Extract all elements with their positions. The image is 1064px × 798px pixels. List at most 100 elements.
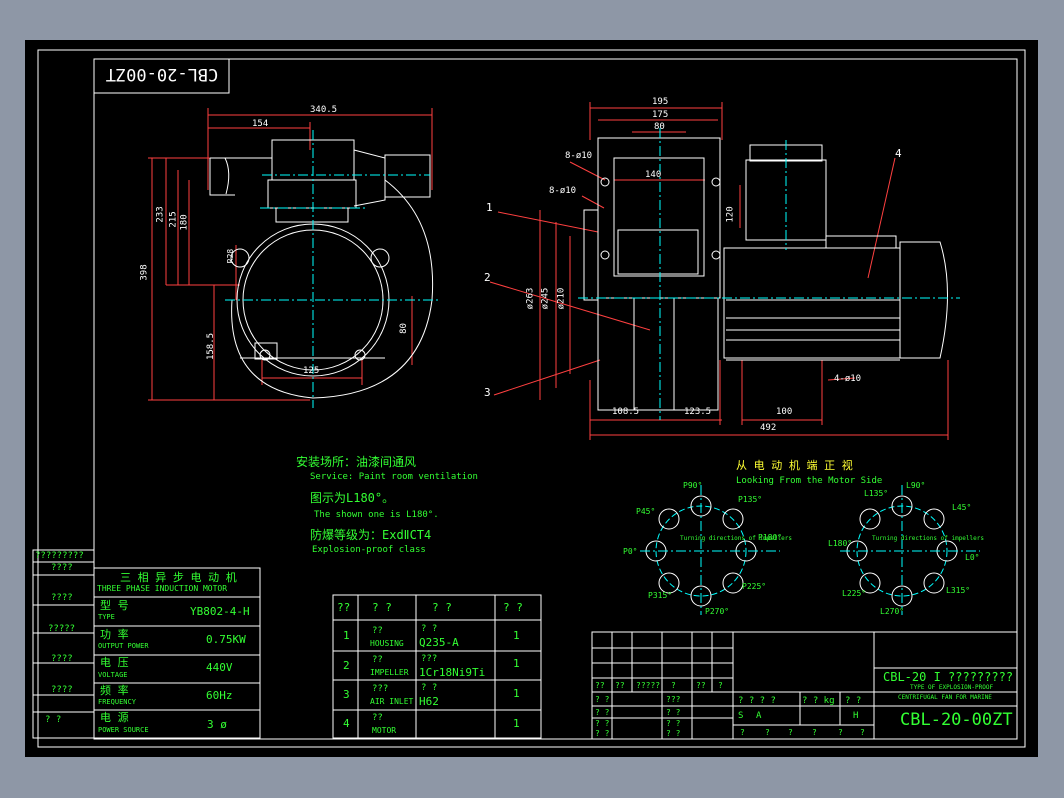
dim-label: ø263	[525, 287, 536, 310]
sign-label: ? ?	[595, 708, 610, 717]
side-label: ?????	[48, 624, 76, 634]
dim-label: 154	[252, 119, 269, 129]
rosette-note: Turning directions of impellers	[680, 535, 792, 542]
dim-label: 8-ø10	[565, 151, 593, 161]
rev-header: ?????	[636, 681, 661, 690]
parts-header: ? ?	[372, 601, 392, 614]
parts-name-q: ??	[372, 655, 383, 665]
parts-material: 1Cr18Ni9Ti	[419, 666, 486, 679]
motor-voltage-value: 440V	[206, 661, 233, 674]
stage-cell: A	[756, 711, 762, 721]
stage-cell: H	[853, 711, 859, 721]
dim-label: 340.5	[310, 105, 338, 115]
rosette-label: P225°	[742, 582, 767, 591]
parts-material: H62	[419, 695, 439, 708]
note-shown-en: The shown one is L180°.	[314, 510, 439, 520]
callout-4: 4	[895, 147, 902, 160]
note-protect-en: Explosion-proof class	[312, 545, 426, 555]
rosette-label: L135°	[864, 489, 889, 498]
rosette-label: L270°	[880, 607, 905, 616]
side-label: ????	[51, 654, 73, 664]
sheet-cell: ?	[812, 728, 817, 737]
sign-label: ???	[666, 695, 681, 704]
parts-header: ??	[337, 601, 351, 614]
dim-label: 120	[725, 206, 736, 223]
dim-label: 108.5	[612, 407, 640, 417]
side-label: ????	[51, 593, 73, 603]
mirrored-drawing-number: CBL-20-00ZT	[105, 64, 219, 84]
dim-label: 492	[760, 423, 777, 433]
drawing-sheet	[25, 40, 1038, 757]
dim-label: 195	[652, 97, 669, 107]
rosette-label: P0°	[623, 547, 638, 556]
parts-material: Q235-A	[419, 636, 459, 649]
sign-label: ? ?	[595, 695, 610, 704]
sheet-cell: ?	[838, 728, 843, 737]
dim-label: 175	[652, 110, 669, 120]
dim-label: 140	[645, 170, 662, 180]
mass-header: ? ?	[845, 696, 862, 706]
rosette-label: P270°	[705, 607, 730, 616]
motor-type-value: YB802-4-H	[190, 605, 250, 618]
rosette-label: P90°	[683, 481, 703, 490]
note-install-cn: 安装场所：油漆间通风	[296, 455, 417, 469]
dim-label: 8-ø10	[549, 186, 577, 196]
rosette-label: P45°	[636, 507, 656, 516]
parts-name-q: ??	[372, 626, 383, 636]
sheet-cell: ?	[740, 728, 745, 737]
rev-header: ??	[615, 681, 625, 690]
note-shown-cn: 图示为L180°。	[310, 491, 395, 505]
motor-row-label: 功 率	[100, 628, 129, 641]
rev-header: ?	[718, 681, 723, 690]
side-label: ????	[51, 563, 73, 573]
sheet-cell: ?	[765, 728, 770, 737]
parts-no: 4	[343, 717, 350, 730]
parts-header: ? ?	[503, 601, 523, 614]
title-en-line1: TYPE OF EXPLOSION-PROOF	[910, 684, 994, 691]
parts-name: IMPELLER	[370, 668, 409, 677]
side-label: ?????????	[35, 551, 84, 561]
view-title-en: Looking From the Motor Side	[736, 476, 883, 486]
motor-row-label-en: POWER SOURCE	[98, 726, 149, 734]
view-title-cn: 从 电 动 机 端 正 视	[736, 459, 853, 472]
dim-label: 158.5	[206, 332, 217, 361]
motor-frequency-value: 60Hz	[206, 689, 233, 702]
note-protect-cn: 防爆等级为：ExdⅡCT4	[310, 528, 432, 542]
rosette-note: Turning directions of impellers	[872, 535, 984, 542]
rosette-label: P315°	[648, 591, 673, 600]
parts-name: AIR INLET	[370, 697, 414, 706]
dim-label: ø245	[540, 287, 551, 310]
sheet-cell: ?	[788, 728, 793, 737]
rev-header: ??	[595, 681, 605, 690]
dim-label: 80	[398, 323, 409, 334]
parts-qty: 1	[513, 687, 520, 700]
sign-label: ? ?	[666, 729, 681, 738]
title-drawing-number: CBL-20-00ZT	[900, 710, 1013, 730]
side-label: ? ?	[45, 715, 62, 725]
motor-row-label: 电 源	[100, 711, 129, 724]
motor-source-value: 3 ø	[207, 718, 227, 731]
rosette-label: L0°	[965, 553, 980, 562]
sign-label: ? ?	[595, 729, 610, 738]
motor-row-label-en: VOLTAGE	[98, 671, 128, 679]
rev-header: ?	[671, 681, 676, 690]
rosette-label: L45°	[952, 503, 972, 512]
motor-row-label: 频 率	[100, 684, 129, 697]
dim-label: ø210	[556, 287, 567, 310]
sign-label: ? ?	[595, 719, 610, 728]
rosette-label: L225°	[842, 589, 867, 598]
parts-name-q: ???	[372, 684, 389, 694]
side-label: ????	[51, 685, 73, 695]
parts-mat-q: ? ?	[421, 624, 438, 634]
callout-2: 2	[484, 271, 491, 284]
motor-title-cn: 三 相 异 步 电 动 机	[120, 571, 237, 584]
dim-label: 80	[654, 122, 665, 132]
parts-mat-q: ? ?	[421, 683, 438, 693]
mass-header: ? ? ? ?	[738, 696, 776, 706]
stage-cell: S	[738, 711, 744, 721]
motor-title-en: THREE PHASE INDUCTION MOTOR	[97, 584, 228, 593]
dim-label: 215	[168, 211, 179, 228]
motor-row-label-en: OUTPUT POWER	[98, 642, 149, 650]
dim-label: 180	[179, 214, 190, 231]
parts-no: 3	[343, 688, 350, 701]
